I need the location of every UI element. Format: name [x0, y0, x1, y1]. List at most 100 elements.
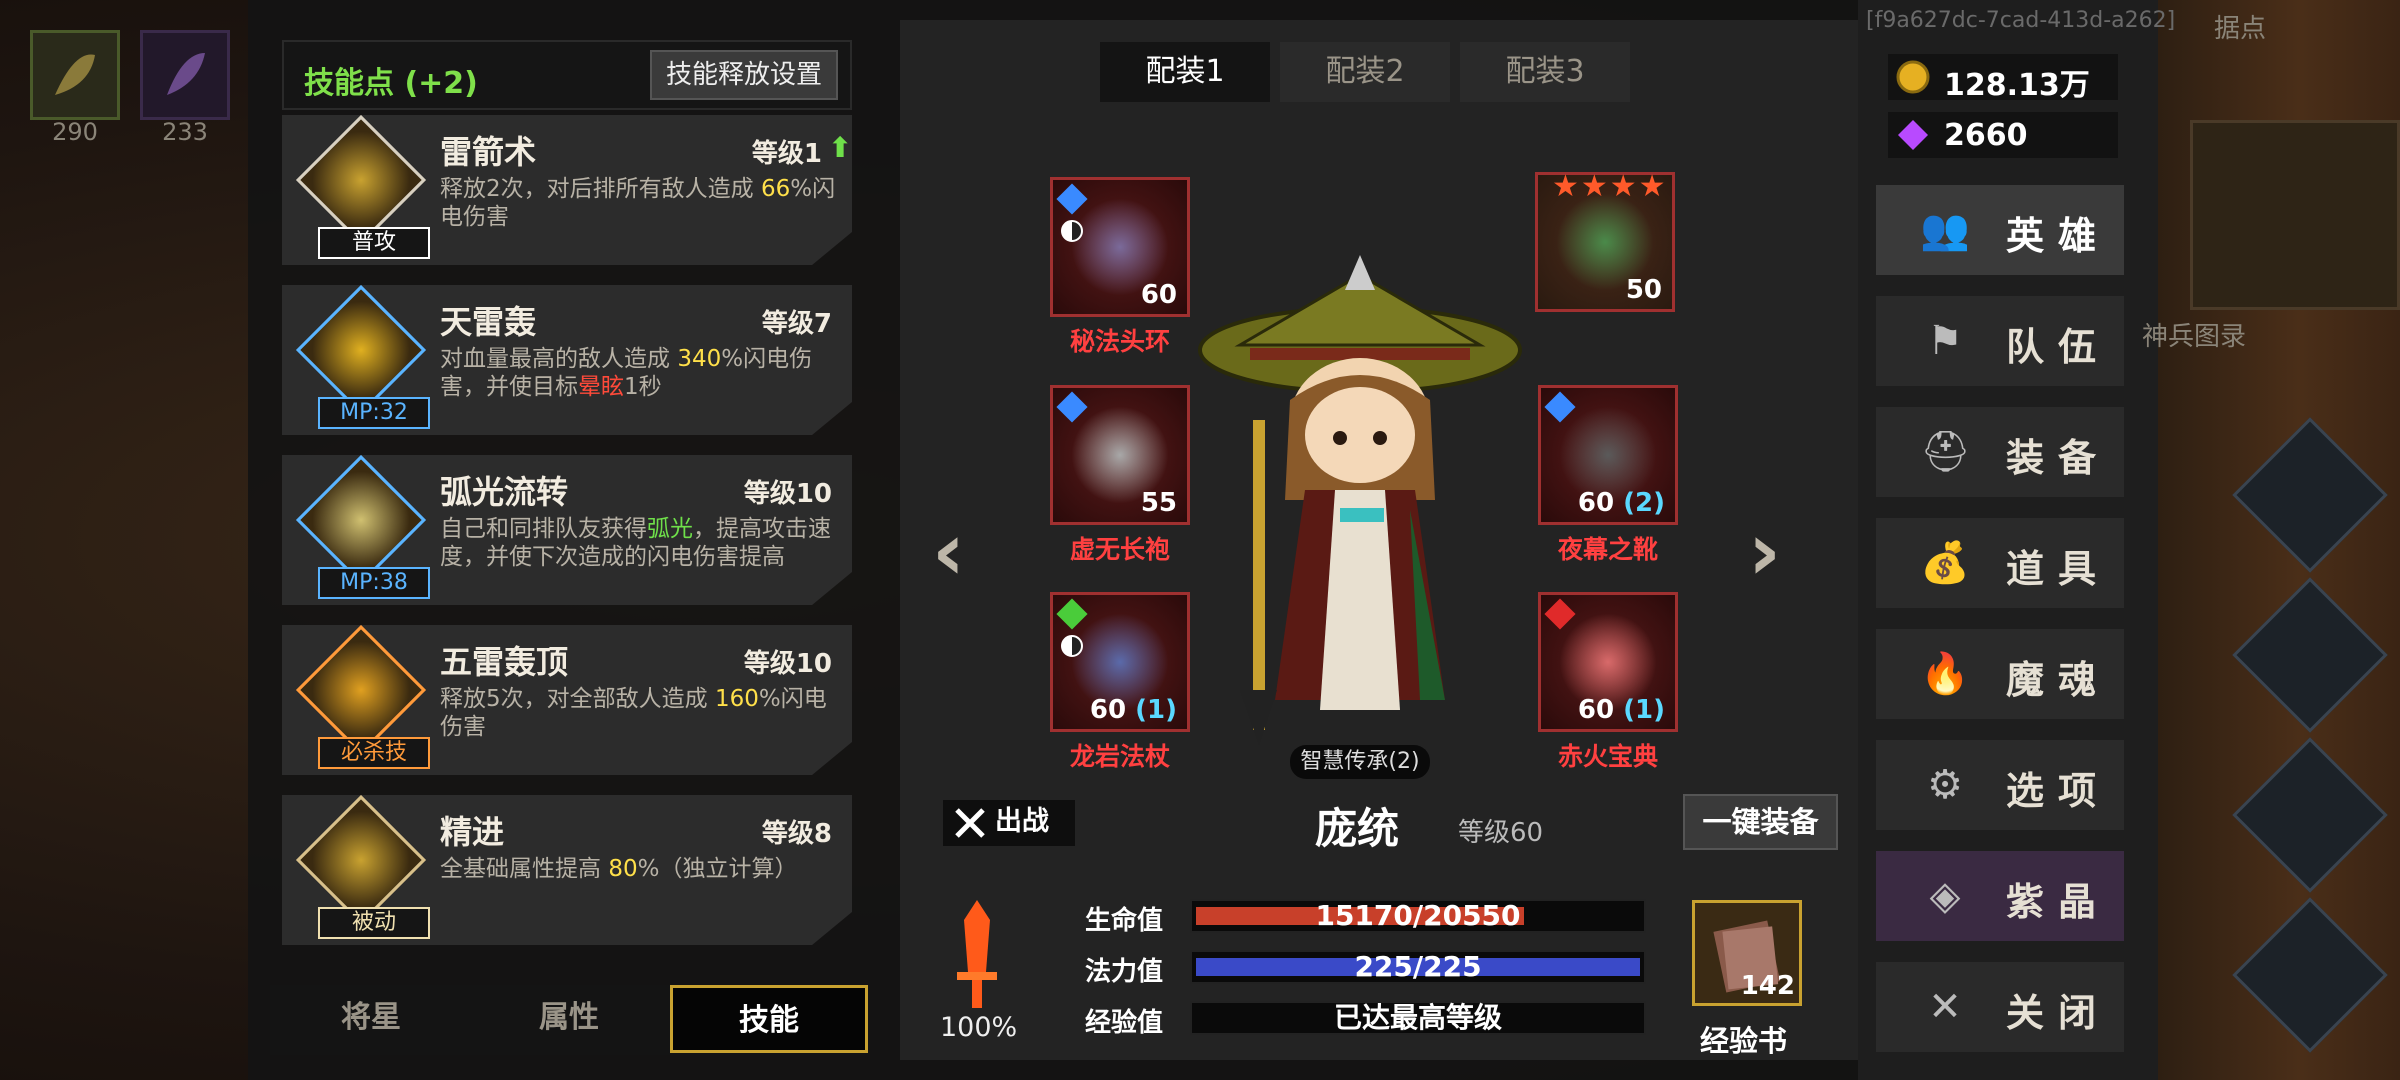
exp-bar: 已达最高等级 — [1190, 1001, 1646, 1035]
skill-level: 等级10 — [743, 479, 832, 509]
base-label[interactable]: 据点 — [2214, 8, 2266, 45]
skill-level: 等级7 — [761, 309, 832, 339]
equip-slot-boots[interactable]: 60 (2) — [1538, 385, 1678, 525]
equip-name: 夜幕之靴 — [1557, 535, 1658, 564]
skill-level: 等级10 — [743, 649, 832, 679]
minimap[interactable] — [2190, 120, 2400, 310]
feather-item-count: 233 — [162, 118, 208, 146]
skill-level: 等级1 — [751, 139, 822, 169]
equip-level-value: 60 — [1089, 695, 1127, 725]
equip-level: 60 (2) — [1578, 488, 1665, 518]
skill-tag: 普攻 — [318, 227, 430, 259]
mp-bar: 225/225 — [1190, 950, 1646, 984]
leaf-item-icon[interactable] — [30, 30, 120, 120]
skill-icon — [295, 455, 427, 586]
gold-display: 128.13万 — [1888, 54, 2118, 103]
hero-level: 等级60 — [1458, 818, 1544, 848]
purple-gem-icon — [1898, 120, 1928, 150]
skill-description: 自己和同排队友获得弧光，提高攻击速度，并使下次造成的闪电伤害提高 — [440, 515, 840, 571]
skill-icon — [295, 795, 427, 926]
hero-portrait — [1198, 255, 1522, 745]
legacy-badge[interactable]: 智慧传承(2) — [1290, 745, 1430, 779]
tab-skills[interactable]: 技能 — [670, 985, 868, 1053]
tab-loadout-1[interactable]: 配装1 — [1100, 42, 1270, 102]
gem-amount: 2660 — [1944, 118, 2028, 153]
menu-label: 装备 — [2006, 436, 2111, 480]
star-rating: ★★★★ — [1552, 169, 1668, 204]
exp-book-item[interactable]: 142 — [1692, 900, 1802, 1006]
skill-panel-tabs: 将星 属性 技能 — [270, 985, 870, 1055]
exp-book-label: 经验书 — [1700, 1024, 1788, 1058]
equip-slot-pet[interactable]: 50 ★★★★ — [1535, 169, 1675, 312]
skill-icon — [295, 625, 427, 756]
tab-generals[interactable]: 将星 — [272, 985, 470, 1053]
menu-item-hero[interactable]: 👥 英雄 — [1876, 185, 2124, 275]
level-up-arrow-icon: ⬆ — [828, 131, 852, 164]
equip-level-value: 55 — [1140, 488, 1177, 518]
equip-level: 50 — [1626, 275, 1662, 305]
menu-item-flag[interactable]: ⚑ 队伍 — [1876, 296, 2124, 386]
equip-name: 赤火宝典 — [1557, 742, 1658, 771]
skill-card[interactable]: 被动 精进 等级8 全基础属性提高 80%（独立计算） — [282, 795, 852, 945]
skill-description-part: 对血量最高的敌人造成 — [440, 346, 678, 372]
gear-icon: ⚙ — [1927, 762, 1963, 808]
skill-level: 等级8 — [761, 819, 832, 849]
menu-item-bag[interactable]: 💰 道具 — [1876, 518, 2124, 608]
skill-description-part: 160 — [714, 686, 759, 712]
skill-points-title: 技能点 (+2) — [304, 66, 478, 101]
skill-description-part: %（独立计算） — [637, 856, 798, 882]
yinyang-icon — [1061, 220, 1083, 242]
left-resource-strip: 290 233 — [0, 0, 250, 1080]
hp-value: 15170/20550 — [1315, 899, 1521, 932]
attack-sword-icon — [957, 900, 997, 1008]
sortie-button[interactable]: 出战 — [943, 800, 1075, 846]
prev-hero-arrow[interactable]: ‹ — [932, 505, 965, 598]
skill-description-part: 弧光 — [647, 516, 693, 542]
equip-slot-head[interactable]: 60 — [1050, 177, 1190, 317]
skill-description: 全基础属性提高 80%（独立计算） — [440, 855, 840, 883]
skill-name: 五雷轰顶 — [440, 643, 569, 681]
flag-icon: ⚑ — [1927, 318, 1963, 364]
menu-label: 紫晶 — [2006, 880, 2111, 924]
menu-item-crystal[interactable]: ◈ 紫晶 — [1876, 851, 2124, 941]
menu-item-helmet[interactable]: ⛑ 装备 — [1876, 407, 2124, 497]
mp-label: 法力值 — [1085, 957, 1164, 987]
tab-loadout-2[interactable]: 配装2 — [1280, 42, 1450, 102]
menu-label: 关闭 — [2006, 991, 2111, 1035]
skill-name: 天雷轰 — [440, 303, 537, 341]
skill-card[interactable]: MP:38 弧光流转 等级10 自己和同排队友获得弧光，提高攻击速度，并使下次造成的闪… — [282, 455, 852, 605]
menu-item-close[interactable]: ✕ 关闭 — [1876, 962, 2124, 1052]
attack-percent: 100% — [940, 1012, 1018, 1043]
skill-description-part: 全基础属性提高 — [440, 856, 609, 882]
skill-release-settings-button[interactable]: 技能释放设置 — [649, 50, 838, 100]
yinyang-icon — [1061, 635, 1083, 657]
equip-level-value: 60 — [1577, 488, 1615, 518]
skill-tag: MP:38 — [318, 567, 430, 599]
tab-loadout-3[interactable]: 配装3 — [1460, 42, 1630, 102]
equip-slot-weapon[interactable]: 60 (1) — [1050, 592, 1190, 732]
skill-panel: 技能点 (+2) 技能释放设置 普攻 雷箭术 等级1 释放2次，对后排所有敌人造成 6… — [270, 20, 870, 1060]
skill-tag: 必杀技 — [318, 737, 430, 769]
equip-name: 虚无长袍 — [1069, 535, 1170, 564]
tab-attributes[interactable]: 属性 — [470, 985, 668, 1053]
exp-label: 经验值 — [1085, 1008, 1164, 1038]
gem-display: 2660 — [1888, 112, 2118, 158]
skill-name: 雷箭术 — [440, 133, 537, 171]
equip-slot-book[interactable]: 60 (1) — [1538, 592, 1678, 732]
skill-points-header: 技能点 (+2) 技能释放设置 — [282, 40, 852, 110]
skill-description: 释放2次，对后排所有敌人造成 66%闪电伤害 — [440, 175, 840, 231]
one-click-equip-button[interactable]: 一键装备 — [1683, 794, 1838, 850]
next-hero-arrow[interactable]: › — [1748, 505, 1781, 598]
skill-card[interactable]: MP:32 天雷轰 等级7 对血量最高的敌人造成 340%闪电伤害，并使目标晕眩1秒 — [282, 285, 852, 435]
skill-name: 弧光流转 — [440, 473, 569, 511]
session-id: [f9a627dc-7cad-413d-a262] — [1866, 8, 2176, 33]
menu-label: 道具 — [2006, 547, 2111, 591]
menu-item-flame[interactable]: 🔥 魔魂 — [1876, 629, 2124, 719]
equip-level-value: 60 — [1140, 280, 1177, 310]
menu-item-gear[interactable]: ⚙ 选项 — [1876, 740, 2124, 830]
map-label[interactable]: 神兵图录 — [2142, 316, 2246, 353]
skill-card[interactable]: 普攻 雷箭术 等级1 释放2次，对后排所有敌人造成 66%闪电伤害 ⬆ — [282, 115, 852, 265]
equip-slot-body[interactable]: 55 — [1050, 385, 1190, 525]
feather-item-icon[interactable] — [140, 30, 230, 120]
skill-card[interactable]: 必杀技 五雷轰顶 等级10 释放5次，对全部敌人造成 160%闪电伤害 — [282, 625, 852, 775]
